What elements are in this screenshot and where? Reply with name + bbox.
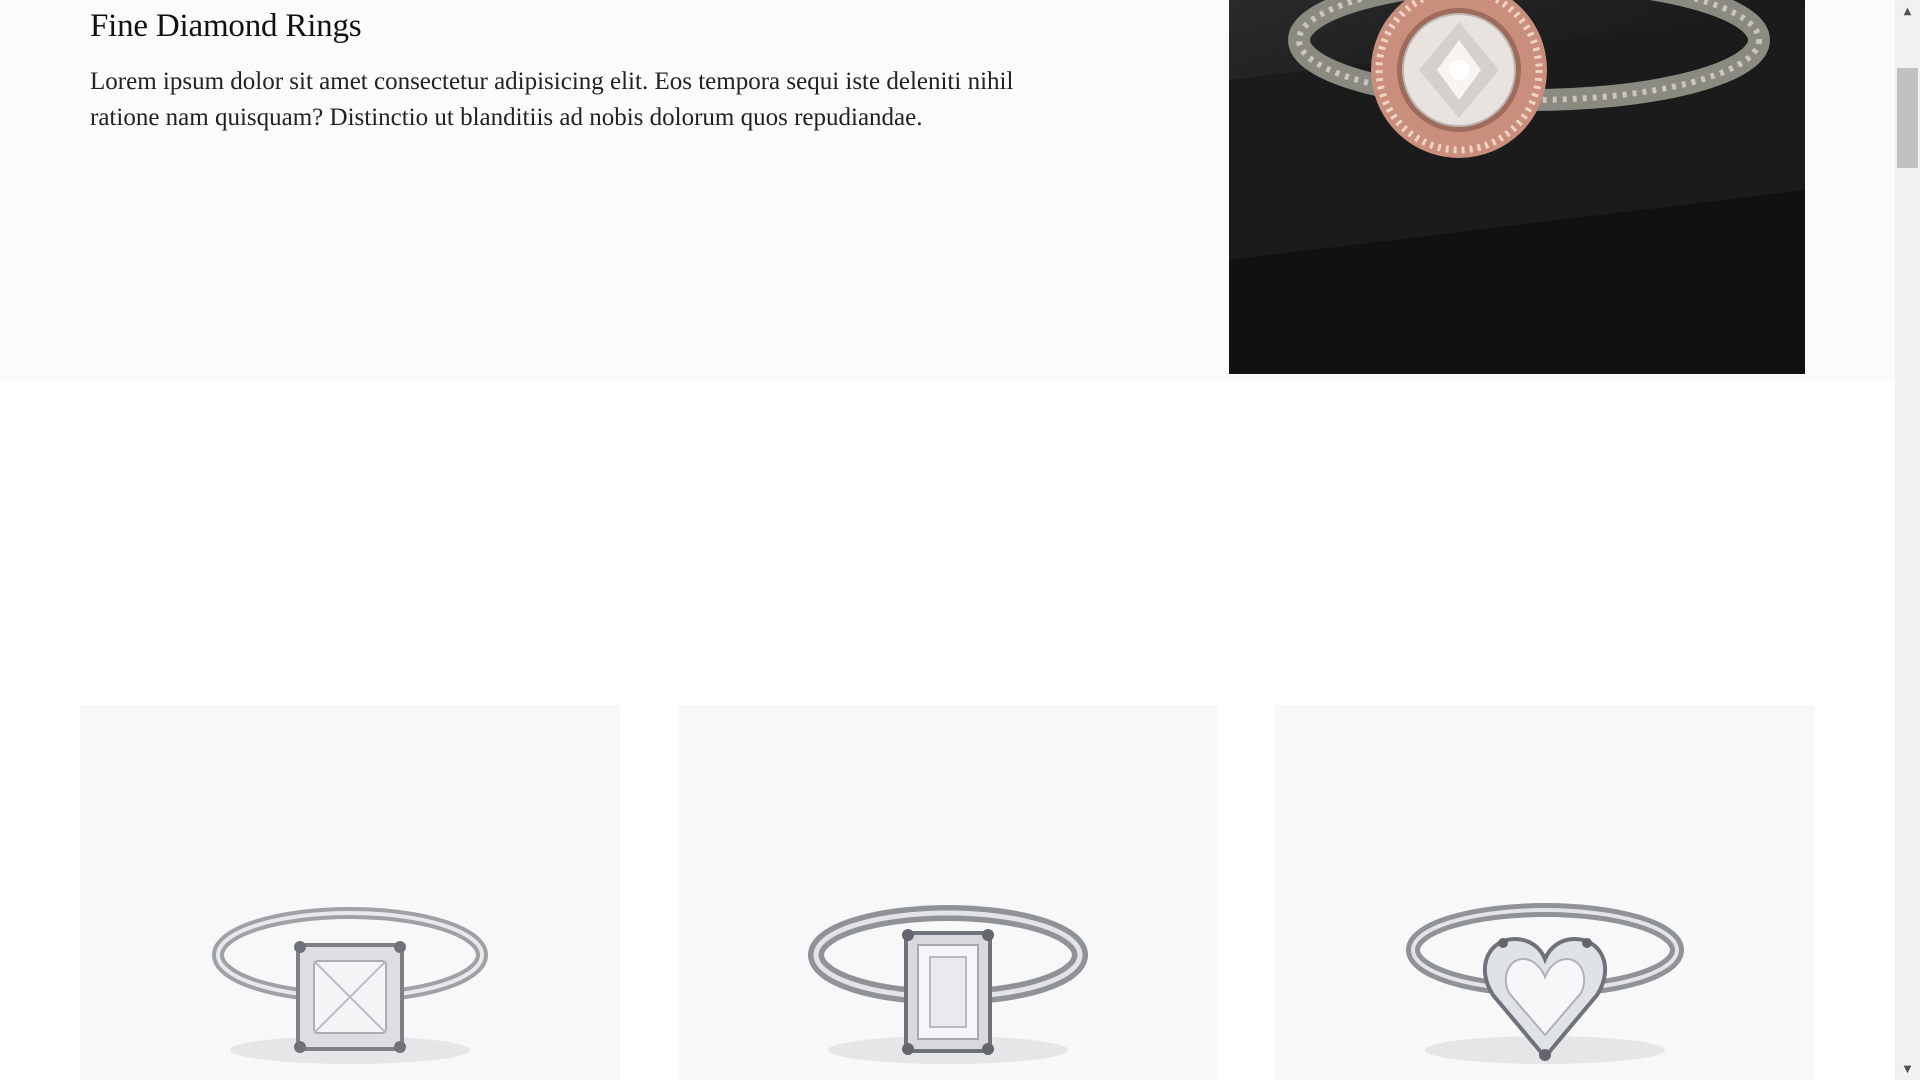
hero-description: Lorem ipsum dolor sit amet consectetur a…	[90, 68, 1014, 131]
scroll-down-arrow-icon[interactable]: ▼	[1895, 1060, 1920, 1078]
product-card[interactable]	[1275, 705, 1815, 1080]
hero-section: Fine Diamond Rings Lorem ipsum dolor sit…	[0, 0, 1895, 382]
heart-cut-ring-image	[1406, 903, 1684, 1064]
ring-display-illustration	[1229, 0, 1805, 374]
scroll-up-arrow-icon[interactable]: ▲	[1895, 2, 1920, 20]
product-card[interactable]	[678, 705, 1218, 1080]
radiant-cut-ring-image	[212, 907, 488, 1064]
product-card[interactable]	[80, 705, 620, 1080]
page: Fine Diamond Rings Lorem ipsum dolor sit…	[0, 0, 1895, 1080]
scrollbar-thumb[interactable]	[1897, 68, 1918, 168]
page-title: Fine Diamond Rings	[90, 8, 362, 44]
emerald-cut-ring-image	[808, 905, 1088, 1064]
vertical-scrollbar[interactable]: ▲ ▼	[1895, 0, 1920, 1080]
rose-gold-halo-ring-image	[1229, 0, 1805, 374]
